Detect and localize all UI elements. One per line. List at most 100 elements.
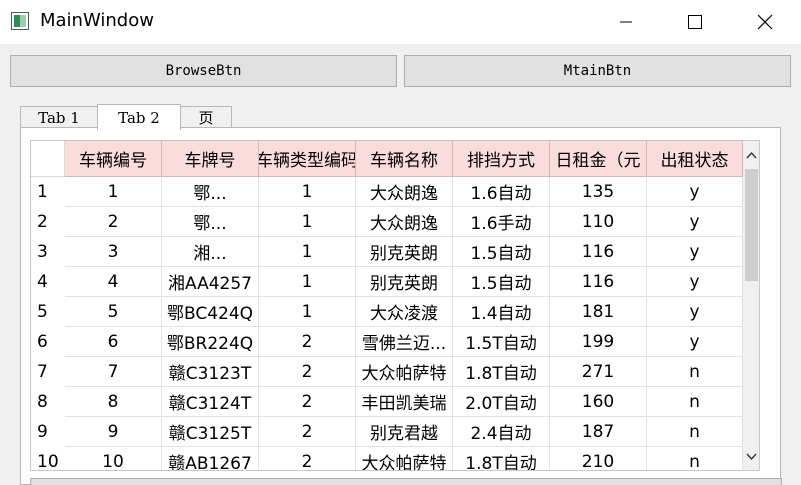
table-cell[interactable]: 1 (259, 267, 356, 297)
table-cell[interactable]: y (647, 237, 743, 267)
table-cell[interactable]: 赣C3125T (162, 417, 259, 447)
table-cell[interactable]: 鄂... (162, 207, 259, 237)
table-cell[interactable]: 160 (550, 387, 647, 417)
table-cell[interactable]: 赣C3124T (162, 387, 259, 417)
table-cell[interactable]: 9 (65, 417, 162, 447)
table-cell[interactable]: 赣C3123T (162, 357, 259, 387)
table-cell[interactable]: 2 (259, 447, 356, 470)
row-header[interactable]: 4 (31, 267, 65, 297)
table-cell[interactable]: 271 (550, 357, 647, 387)
vertical-scrollbar[interactable] (742, 141, 759, 470)
column-header[interactable]: 车牌号 (162, 141, 259, 177)
column-header[interactable]: 出租状态 (647, 141, 743, 177)
row-header[interactable]: 7 (31, 357, 65, 387)
table-cell[interactable]: 1.5自动 (453, 267, 550, 297)
table-cell[interactable]: 大众凌渡 (356, 297, 453, 327)
table-cell[interactable]: 116 (550, 237, 647, 267)
table-cell[interactable]: 丰田凯美瑞 (356, 387, 453, 417)
table-cell[interactable]: 大众朗逸 (356, 207, 453, 237)
table-cell[interactable]: 鄂BC424Q (162, 297, 259, 327)
table-cell[interactable]: 2 (259, 387, 356, 417)
table-cell[interactable]: 大众帕萨特 (356, 447, 453, 470)
table-cell[interactable]: 别克君越 (356, 417, 453, 447)
tab-1[interactable]: Tab 1 (20, 106, 98, 128)
table-cell[interactable]: 1.5T自动 (453, 327, 550, 357)
table-cell[interactable]: 2.4自动 (453, 417, 550, 447)
table-cell[interactable]: 1.5自动 (453, 237, 550, 267)
table-cell[interactable]: 6 (65, 327, 162, 357)
table-cell[interactable]: 1 (259, 297, 356, 327)
table-cell[interactable]: 10 (65, 447, 162, 470)
table-cell[interactable]: 1.6自动 (453, 177, 550, 207)
table-cell[interactable]: 210 (550, 447, 647, 470)
column-header[interactable]: 日租金（元 (550, 141, 647, 177)
table-cell[interactable]: 2 (65, 207, 162, 237)
table-cell[interactable]: y (647, 297, 743, 327)
row-header[interactable]: 10 (31, 447, 65, 470)
tab-page[interactable]: 页 (180, 106, 232, 128)
row-header[interactable]: 8 (31, 387, 65, 417)
table-cell[interactable]: 1 (259, 237, 356, 267)
table-cell[interactable]: 别克英朗 (356, 237, 453, 267)
table-cell[interactable]: 7 (65, 357, 162, 387)
table-corner[interactable] (31, 141, 65, 177)
row-header[interactable]: 1 (31, 177, 65, 207)
table-cell[interactable]: 3 (65, 237, 162, 267)
table-cell[interactable]: 8 (65, 387, 162, 417)
table-cell[interactable]: 大众帕萨特 (356, 357, 453, 387)
table-cell[interactable]: 187 (550, 417, 647, 447)
table-cell[interactable]: 别克英朗 (356, 267, 453, 297)
table-cell[interactable]: 1 (259, 207, 356, 237)
table-cell[interactable]: 1.4自动 (453, 297, 550, 327)
column-header[interactable]: 车辆类型编码 (259, 141, 356, 177)
table-cell[interactable]: 赣AB1267 (162, 447, 259, 470)
table-cell[interactable]: 116 (550, 267, 647, 297)
close-button[interactable] (742, 0, 788, 44)
table-cell[interactable]: 1 (259, 177, 356, 207)
scrollbar-thumb[interactable] (745, 169, 758, 281)
table-cell[interactable]: 4 (65, 267, 162, 297)
maximize-button[interactable] (672, 0, 718, 44)
table-cell[interactable]: y (647, 207, 743, 237)
row-header[interactable]: 5 (31, 297, 65, 327)
tab-pane: 车辆编号 车牌号 车辆类型编码 车辆名称 排挡方式 日租金（元 出租状态 1 1 鄂... 1 大众朗… (20, 127, 781, 485)
table-cell[interactable]: 2 (259, 357, 356, 387)
table-cell[interactable]: n (647, 417, 743, 447)
table-cell[interactable]: y (647, 267, 743, 297)
table-cell[interactable]: 199 (550, 327, 647, 357)
table-cell[interactable]: y (647, 327, 743, 357)
table-cell[interactable]: 1.8T自动 (453, 447, 550, 470)
row-header[interactable]: 3 (31, 237, 65, 267)
table-cell[interactable]: 1.6手动 (453, 207, 550, 237)
column-header[interactable]: 排挡方式 (453, 141, 550, 177)
bottom-edge (30, 478, 782, 485)
table-cell[interactable]: y (647, 177, 743, 207)
table-cell[interactable]: 湘AA4257 (162, 267, 259, 297)
column-header[interactable]: 车辆编号 (65, 141, 162, 177)
table-cell[interactable]: n (647, 387, 743, 417)
browse-button[interactable]: BrowseBtn (10, 55, 397, 87)
column-header[interactable]: 车辆名称 (356, 141, 453, 177)
table-cell[interactable]: 鄂... (162, 177, 259, 207)
table-cell[interactable]: 2.0T自动 (453, 387, 550, 417)
table-cell[interactable]: 1.8T自动 (453, 357, 550, 387)
table-cell[interactable]: 135 (550, 177, 647, 207)
mtain-button[interactable]: MtainBtn (404, 55, 791, 87)
row-header[interactable]: 9 (31, 417, 65, 447)
table-cell[interactable]: 雪佛兰迈... (356, 327, 453, 357)
row-header[interactable]: 2 (31, 207, 65, 237)
row-header[interactable]: 6 (31, 327, 65, 357)
table-cell[interactable]: 2 (259, 327, 356, 357)
table-cell[interactable]: n (647, 357, 743, 387)
table-cell[interactable]: 110 (550, 207, 647, 237)
tab-2[interactable]: Tab 2 (97, 104, 181, 130)
table-cell[interactable]: 5 (65, 297, 162, 327)
minimize-button[interactable] (603, 0, 649, 44)
table-cell[interactable]: 鄂BR224Q (162, 327, 259, 357)
table-cell[interactable]: 181 (550, 297, 647, 327)
table-cell[interactable]: 大众朗逸 (356, 177, 453, 207)
table-cell[interactable]: 1 (65, 177, 162, 207)
table-cell[interactable]: n (647, 447, 743, 470)
table-cell[interactable]: 2 (259, 417, 356, 447)
table-cell[interactable]: 湘... (162, 237, 259, 267)
